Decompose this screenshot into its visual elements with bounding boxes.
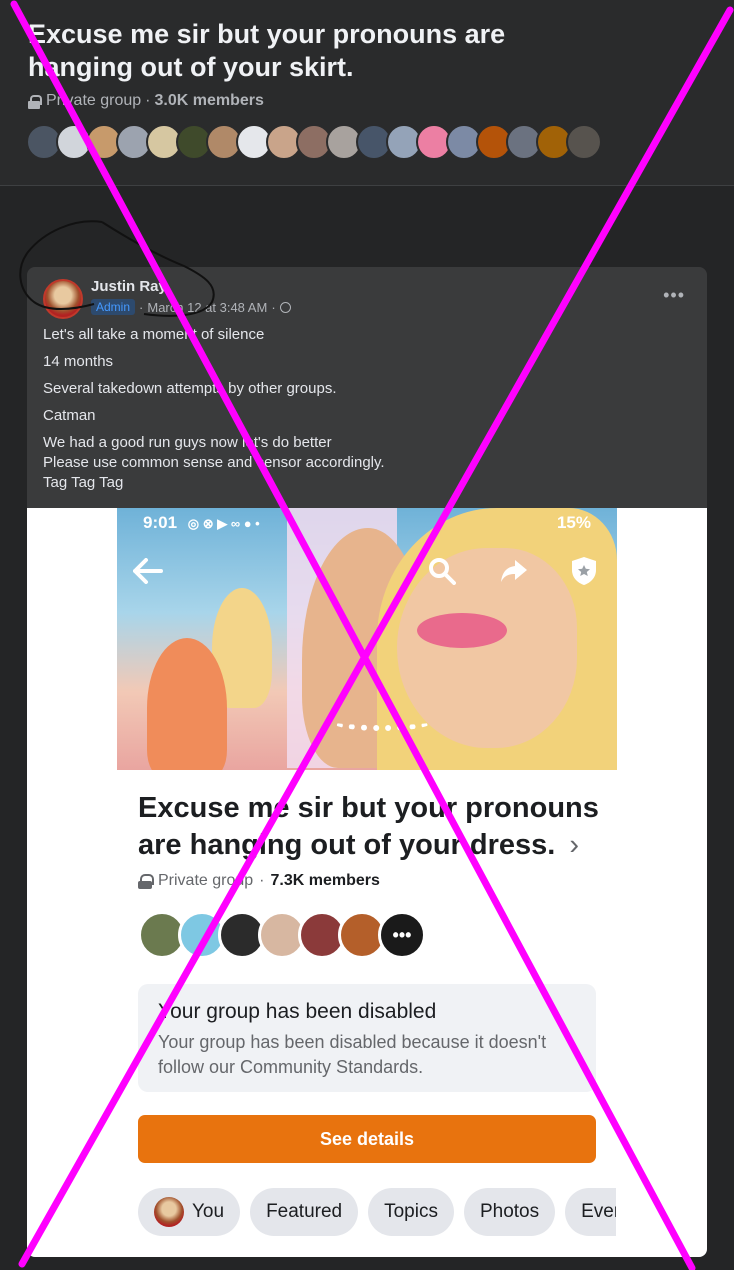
- tab-topics[interactable]: Topics: [368, 1188, 454, 1236]
- author-avatar[interactable]: [43, 279, 83, 319]
- more-members-icon[interactable]: •••: [378, 911, 426, 959]
- lock-icon: [138, 873, 154, 889]
- audience-icon: [279, 301, 291, 313]
- group-cover-image: 9:01 ◎ ⊗ ▶ ∞ ● • 15%: [117, 508, 617, 770]
- author-name[interactable]: Justin Ray: [91, 278, 167, 295]
- status-time: 9:01: [143, 513, 178, 532]
- tab-label: Topics: [384, 1201, 438, 1222]
- cover-art: [417, 613, 507, 648]
- sub-separator: ·: [139, 299, 144, 315]
- post-line: Several takedown attempts by other group…: [43, 380, 337, 397]
- group-member-count[interactable]: 3.0K members: [155, 92, 264, 110]
- tab-events[interactable]: Events: [565, 1188, 616, 1236]
- screenshot-group-title[interactable]: Excuse me sir but your pronouns are hang…: [138, 790, 628, 864]
- tab-label: Events: [581, 1201, 616, 1222]
- post-line: We had a good run guys now let's do bett…: [43, 434, 332, 451]
- chevron-right-icon: ›: [569, 829, 580, 861]
- disabled-text: Your group has been disabled because it …: [158, 1032, 547, 1077]
- group-meta: Private group · 3.0K members: [28, 92, 264, 110]
- post-timestamp[interactable]: March 12 at 3:48 AM: [147, 300, 267, 315]
- screenshot-privacy: Private group: [158, 872, 254, 889]
- avatar: [154, 1197, 184, 1227]
- meta-separator: ·: [145, 92, 151, 109]
- group-title[interactable]: Excuse me sir but your pronouns are hang…: [28, 18, 588, 84]
- shield-icon[interactable]: [567, 554, 601, 588]
- screenshot-member-count[interactable]: 7.3K members: [271, 872, 380, 890]
- see-details-button[interactable]: See details: [138, 1115, 596, 1163]
- phone-status-bar: 9:01 ◎ ⊗ ▶ ∞ ● • 15%: [117, 508, 617, 538]
- post-card: Justin Ray Admin · March 12 at 3:48 AM ·…: [27, 267, 707, 1257]
- post-line: Catman: [43, 407, 96, 424]
- screenshot-group-meta: Private group · 7.3K members: [138, 872, 380, 890]
- screenshot-title-text: Excuse me sir but your pronouns are hang…: [138, 792, 599, 861]
- share-icon[interactable]: [497, 554, 531, 588]
- post-body: Let's all take a moment of silence 14 mo…: [43, 325, 683, 493]
- screenshot-member-avatars[interactable]: •••: [138, 911, 426, 959]
- attached-screenshot[interactable]: 9:01 ◎ ⊗ ▶ ∞ ● • 15% Excuse me sir but y…: [27, 508, 707, 1257]
- sub-separator-2: ·: [271, 299, 276, 315]
- post-line: Tag Tag Tag: [43, 474, 124, 491]
- group-disabled-notice: Your group has been disabled Your group …: [138, 984, 596, 1092]
- meta-separator: ·: [259, 872, 265, 889]
- tab-you[interactable]: You: [138, 1188, 241, 1236]
- tab-featured[interactable]: Featured: [250, 1188, 359, 1236]
- tab-photos[interactable]: Photos: [463, 1188, 556, 1236]
- post-line: 14 months: [43, 353, 114, 370]
- admin-badge: Admin: [91, 299, 136, 315]
- tab-label: Featured: [266, 1201, 343, 1222]
- lock-icon: [28, 94, 42, 109]
- group-header: Excuse me sir but your pronouns are hang…: [0, 0, 734, 186]
- search-icon[interactable]: [425, 554, 459, 588]
- post-line: Please use common sense and censor accor…: [43, 454, 385, 471]
- cover-art: [332, 713, 432, 731]
- tab-label: Photos: [479, 1201, 540, 1222]
- group-tabs: You Featured Topics Photos Events: [138, 1188, 616, 1238]
- disabled-title: Your group has been disabled: [158, 1000, 437, 1023]
- member-avatars[interactable]: [26, 124, 602, 160]
- back-arrow-icon[interactable]: [131, 554, 165, 588]
- member-avatar[interactable]: [566, 124, 602, 160]
- tab-label: You: [192, 1201, 225, 1222]
- status-icons: ◎ ⊗ ▶ ∞ ● •: [187, 516, 260, 531]
- more-options-icon[interactable]: •••: [663, 285, 685, 306]
- group-privacy: Private group: [46, 92, 142, 109]
- post-line: Let's all take a moment of silence: [43, 326, 265, 343]
- cover-art: [147, 638, 227, 770]
- post-subline: Admin · March 12 at 3:48 AM ·: [91, 299, 291, 315]
- battery-level: 15%: [556, 513, 591, 532]
